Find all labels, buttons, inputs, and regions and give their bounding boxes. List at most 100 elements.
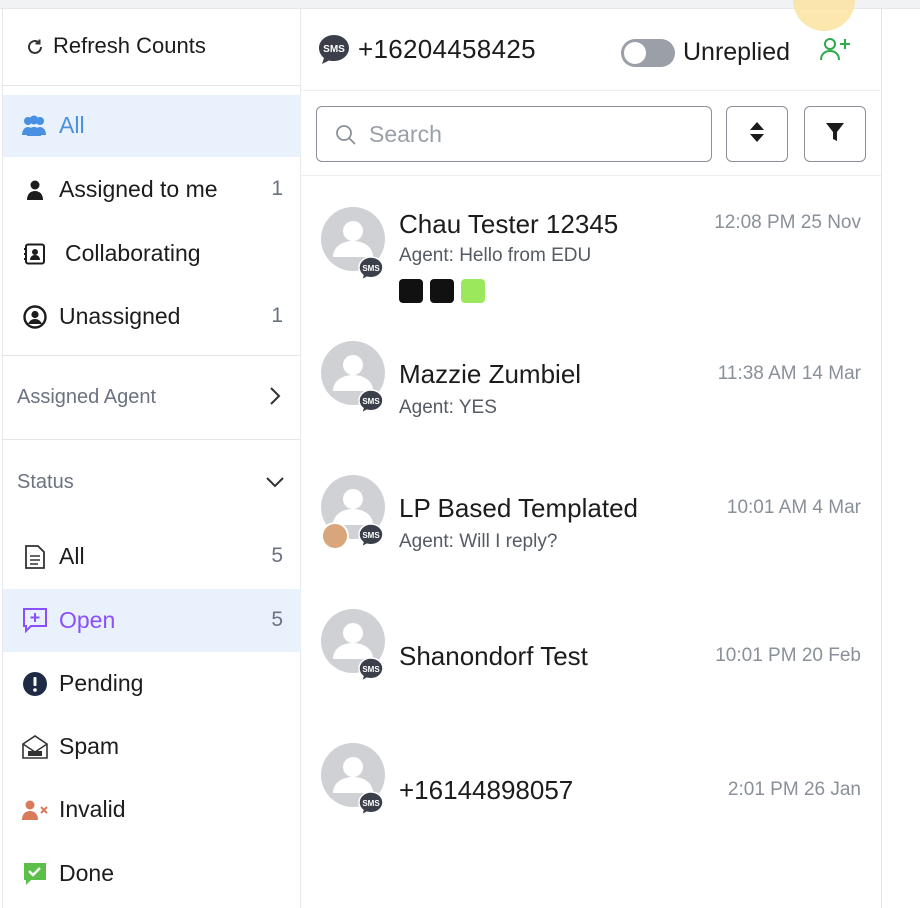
status-spam[interactable]: Spam [3, 716, 301, 778]
view-unassigned[interactable]: Unassigned 1 [3, 286, 301, 348]
contact-name: +16144898057 [399, 775, 574, 805]
cursor-highlight [793, 0, 855, 31]
assigned-agent-filter[interactable]: Assigned Agent [3, 365, 301, 431]
alert-circle-icon [21, 670, 49, 698]
status-open[interactable]: Open 5 [3, 589, 301, 652]
svg-text:SMS: SMS [362, 665, 380, 674]
contact-name: Mazzie Zumbiel [399, 359, 582, 389]
sms-icon: SMS [357, 790, 385, 817]
toggle-knob [624, 42, 646, 64]
status-section-toggle[interactable]: Status [3, 449, 301, 515]
users-icon [20, 112, 48, 140]
sms-icon: SMS [357, 388, 385, 415]
status-all-label: All [59, 543, 85, 569]
svg-text:SMS: SMS [362, 799, 380, 808]
timestamp: 12:08 PM 25 Nov [714, 212, 861, 233]
view-unassigned-count: 1 [271, 304, 283, 327]
timestamp: 2:01 PM 26 Jan [727, 779, 861, 800]
sms-icon: SMS [357, 522, 385, 549]
contact-name: Shanondorf Test [399, 641, 588, 671]
user-icon [21, 176, 49, 204]
conversation-panel: SMS +16204458425 Unreplied SMS Ch [301, 0, 881, 908]
view-all[interactable]: All [3, 95, 301, 157]
contact-name: Chau Tester 12345 [399, 209, 619, 239]
sms-icon: SMS [357, 255, 385, 282]
channel-phone-number: +16204458425 [358, 34, 536, 64]
conversation-item[interactable]: SMS Shanondorf Test 10:01 PM 20 Feb [301, 600, 881, 740]
conversation-item[interactable]: SMS Mazzie Zumbiel Agent: YES 11:38 AM 1… [301, 332, 881, 472]
status-open-label: Open [59, 607, 116, 633]
spam-icon [21, 733, 49, 761]
divider [301, 175, 881, 176]
top-bar [0, 0, 920, 9]
document-list-icon [21, 543, 49, 571]
agent-avatar [321, 522, 349, 550]
filter-button[interactable] [804, 106, 866, 162]
chevron-down-icon [265, 475, 285, 493]
divider [881, 9, 882, 908]
contact-card-icon [21, 240, 49, 268]
refresh-counts-button[interactable]: Refresh Counts [3, 27, 301, 67]
user-x-icon [21, 796, 49, 824]
timestamp: 11:38 AM 14 Mar [717, 363, 861, 384]
divider [3, 439, 301, 440]
view-all-label: All [59, 112, 85, 138]
status-invalid-label: Invalid [59, 796, 126, 822]
sort-button[interactable] [726, 106, 788, 162]
conversation-header: SMS +16204458425 Unreplied [301, 0, 881, 91]
search-icon [335, 124, 357, 151]
search-input[interactable] [369, 117, 699, 151]
divider [3, 85, 301, 86]
add-user-icon[interactable] [819, 35, 853, 63]
status-pending-label: Pending [59, 670, 144, 696]
conversation-item[interactable]: SMS LP Based Templated Agent: Will I rep… [301, 466, 881, 606]
status-spam-label: Spam [59, 733, 120, 759]
user-circle-icon [21, 303, 49, 331]
svg-text:SMS: SMS [362, 264, 380, 273]
refresh-counts-label: Refresh Counts [53, 33, 206, 58]
sms-channel-icon: SMS [317, 33, 351, 65]
message-preview: Agent: Hello from EDU [399, 245, 592, 266]
tag-chip[interactable] [461, 279, 485, 303]
svg-text:SMS: SMS [362, 531, 380, 540]
status-label: Status [17, 471, 74, 493]
view-collaborating-label: Collaborating [65, 240, 201, 266]
unreplied-toggle[interactable] [621, 39, 675, 67]
svg-text:SMS: SMS [362, 397, 380, 406]
status-all[interactable]: All 5 [3, 526, 301, 588]
unreplied-label: Unreplied [683, 38, 791, 66]
conversation-item[interactable]: SMS +16144898057 2:01 PM 26 Jan [301, 734, 881, 874]
tag-list [399, 279, 485, 303]
status-open-count: 5 [271, 608, 283, 631]
view-unassigned-label: Unassigned [59, 303, 181, 329]
status-all-count: 5 [271, 544, 283, 567]
timestamp: 10:01 AM 4 Mar [726, 497, 861, 518]
view-assigned-to-me-count: 1 [271, 177, 283, 200]
filter-icon [825, 121, 845, 148]
status-done[interactable]: Done [3, 843, 301, 905]
status-done-label: Done [59, 860, 114, 886]
tag-chip[interactable] [399, 279, 423, 303]
view-assigned-to-me[interactable]: Assigned to me 1 [3, 159, 301, 221]
tag-chip[interactable] [430, 279, 454, 303]
timestamp: 10:01 PM 20 Feb [715, 645, 861, 666]
refresh-icon [21, 33, 49, 61]
view-assigned-to-me-label: Assigned to me [59, 176, 218, 202]
search-box[interactable] [316, 106, 712, 162]
chevron-right-icon [269, 386, 281, 411]
message-preview: Agent: Will I reply? [399, 531, 558, 552]
view-collaborating[interactable]: Collaborating [3, 223, 301, 285]
assigned-agent-label: Assigned Agent [17, 386, 156, 408]
divider [3, 355, 301, 356]
message-preview: Agent: YES [399, 397, 497, 418]
status-pending[interactable]: Pending [3, 653, 301, 715]
sidebar: Refresh Counts All Assigned to me 1 Coll… [2, 9, 301, 908]
sms-icon: SMS [357, 656, 385, 683]
message-plus-icon [21, 606, 49, 634]
conversation-item[interactable]: SMS Chau Tester 12345 Agent: Hello from … [301, 181, 881, 321]
contact-name: LP Based Templated [399, 493, 638, 523]
check-message-icon [21, 860, 49, 888]
svg-text:SMS: SMS [323, 44, 345, 55]
status-invalid[interactable]: Invalid [3, 779, 301, 841]
sort-icon [748, 120, 766, 149]
